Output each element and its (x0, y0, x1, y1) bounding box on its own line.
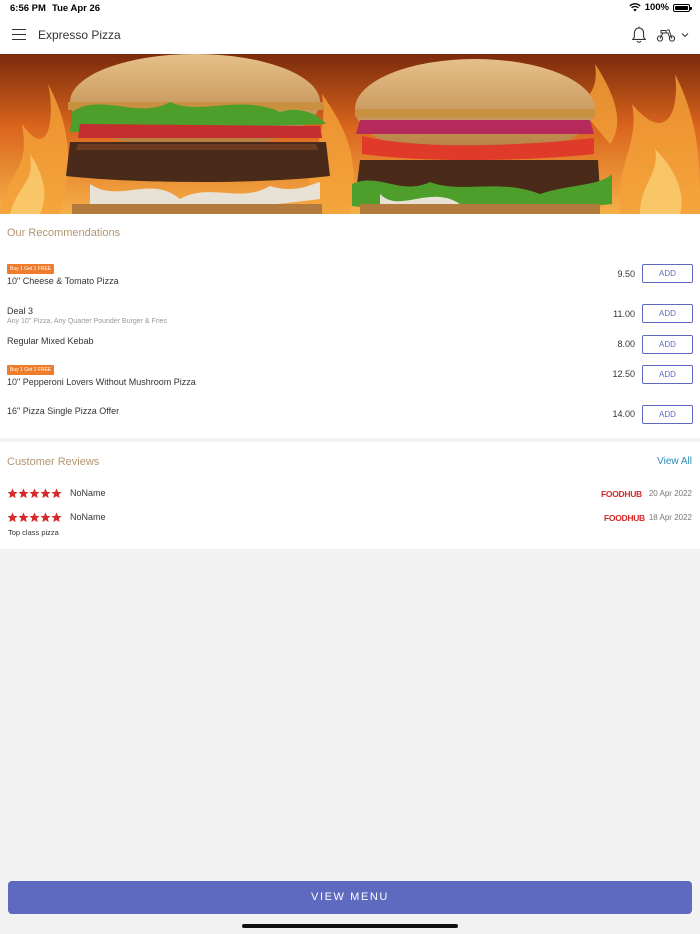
star-icon (51, 512, 62, 523)
review-date: 18 Apr 2022 (648, 513, 692, 522)
add-button[interactable]: ADD (642, 365, 693, 384)
battery-icon (673, 3, 692, 12)
star-icon (18, 488, 29, 499)
add-button[interactable]: ADD (642, 335, 693, 354)
item-description: Any 10" Pizza, Any Quarter Pounder Burge… (7, 318, 168, 325)
star-icon (40, 512, 51, 523)
item-name: Deal 3 (7, 306, 34, 316)
recommendations-section: Our Recommendations Buy 1 Get 1 FREE 10"… (0, 214, 700, 438)
promo-badge: Buy 1 Get 1 FREE (7, 365, 55, 375)
reviews-title: Customer Reviews (7, 456, 100, 468)
recommendations-title: Our Recommendations (7, 227, 121, 239)
foodhub-logo: FOODHUB (601, 489, 642, 499)
view-menu-button[interactable]: VIEW MENU (8, 881, 692, 914)
item-name: 10" Pepperoni Lovers Without Mushroom Pi… (7, 377, 196, 387)
view-all-link[interactable]: View All (657, 456, 692, 467)
hamburger-menu-icon[interactable] (12, 29, 26, 41)
bell-icon[interactable] (631, 26, 647, 44)
star-rating (7, 512, 62, 523)
nav-bar: Expresso Pizza (0, 17, 700, 54)
star-icon (7, 488, 18, 499)
review-text: Top class pizza (8, 528, 59, 537)
restaurant-title: Expresso Pizza (38, 28, 121, 42)
status-time: 6:56 PM (10, 3, 46, 14)
item-price: 8.00 (617, 339, 635, 349)
battery-percent: 100% (644, 2, 669, 13)
status-right: 100% (629, 2, 692, 13)
star-icon (29, 512, 40, 523)
wifi-icon (629, 3, 641, 12)
star-icon (18, 512, 29, 523)
item-name: Regular Mixed Kebab (7, 336, 94, 346)
delivery-scooter-icon[interactable] (656, 28, 676, 42)
foodhub-logo: FOODHUB (604, 513, 645, 523)
item-name: 10" Cheese & Tomato Pizza (7, 276, 119, 286)
star-icon (51, 488, 62, 499)
item-name: 16" Pizza Single Pizza Offer (7, 406, 120, 416)
chevron-down-icon[interactable] (680, 30, 690, 40)
status-bar: 6:56 PM Tue Apr 26 100% (0, 0, 700, 17)
star-rating (7, 488, 62, 499)
review-date: 20 Apr 2022 (648, 489, 692, 498)
add-button[interactable]: ADD (642, 264, 693, 283)
reviewer-name: NoName (70, 512, 106, 522)
hero-banner-image (0, 54, 700, 214)
add-button[interactable]: ADD (642, 405, 693, 424)
star-icon (40, 488, 51, 499)
reviewer-name: NoName (70, 488, 106, 498)
item-price: 14.00 (612, 409, 635, 419)
add-button[interactable]: ADD (642, 304, 693, 323)
home-indicator[interactable] (242, 924, 458, 928)
item-price: 12.50 (612, 369, 635, 379)
item-price: 11.00 (613, 309, 635, 319)
customer-reviews-section: Customer Reviews View All NoName FOODHUB… (0, 442, 700, 549)
promo-badge: Buy 1 Get 1 FREE (7, 264, 55, 274)
status-date: Tue Apr 26 (52, 3, 101, 14)
star-icon (7, 512, 18, 523)
item-price: 9.50 (617, 269, 635, 279)
star-icon (29, 488, 40, 499)
